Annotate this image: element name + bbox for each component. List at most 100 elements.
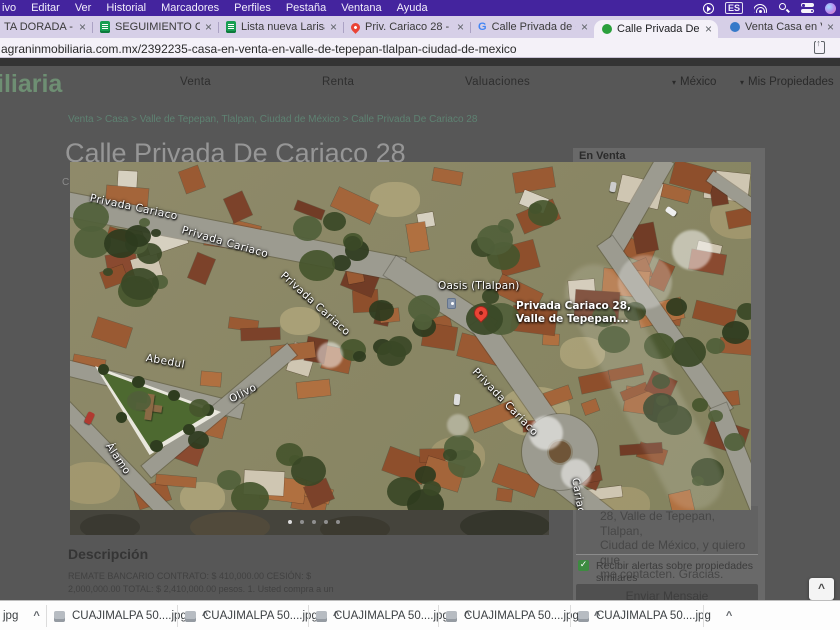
sheets-favicon <box>226 21 236 33</box>
share-icon[interactable] <box>814 41 825 54</box>
tab-title: TA DORADA - Google D <box>4 21 74 33</box>
close-icon[interactable]: × <box>457 21 464 33</box>
nav-renta[interactable]: Renta <box>322 76 354 88</box>
tree <box>692 398 708 412</box>
highlight-circle <box>317 342 343 368</box>
divider <box>177 605 178 627</box>
nav-country-dropdown[interactable]: ▾México <box>672 76 716 88</box>
tab-lista-nueva[interactable]: Lista nueva Larisa - Hojas d × <box>218 16 343 38</box>
download-item[interactable]: CUAJIMALPA 50....jpg ^ <box>438 601 570 630</box>
building-roof <box>241 327 280 340</box>
gallery-dot[interactable] <box>312 520 316 524</box>
download-item[interactable]: CUAJIMALPA 50....jpg ^ <box>46 601 177 630</box>
send-message-button[interactable]: Enviar Mensaje <box>576 584 758 600</box>
alerts-checkbox[interactable]: ✓ <box>578 560 589 571</box>
tree <box>722 321 749 344</box>
contact-message-textarea[interactable]: 28, Valle de Tepepan, Tlalpan, Ciudad de… <box>576 506 758 555</box>
site-logo[interactable]: iliaria <box>0 70 62 99</box>
menu-historial[interactable]: Historial <box>106 2 146 14</box>
menu-ayuda[interactable]: Ayuda <box>397 2 428 14</box>
siri-icon[interactable] <box>825 3 836 14</box>
tab-separator <box>92 22 93 33</box>
tree <box>168 390 180 401</box>
tree <box>116 412 127 423</box>
tab-separator <box>343 22 344 33</box>
tree <box>121 268 159 300</box>
tree <box>528 200 558 226</box>
close-icon[interactable]: × <box>705 23 712 35</box>
satellite-map[interactable]: Privada Cariaco Privada Cariaco Privada … <box>70 162 751 510</box>
menu-ventana[interactable]: Ventana <box>341 2 381 14</box>
building-roof <box>513 167 556 193</box>
nav-venta[interactable]: Venta <box>180 76 211 88</box>
transit-station-icon[interactable] <box>447 298 456 309</box>
tab-drive[interactable]: TA DORADA - Google D × <box>0 16 92 38</box>
photo-gallery-strip[interactable] <box>70 510 549 535</box>
nav-valuaciones[interactable]: Valuaciones <box>465 76 530 88</box>
screen-record-icon[interactable] <box>703 3 714 14</box>
chrome-tab-strip: TA DORADA - Google D × SEGUIMIENTO CLIEN… <box>0 16 840 38</box>
divider <box>703 605 704 627</box>
tab-google-maps[interactable]: Priv. Cariaco 28 - Google M × <box>343 16 470 38</box>
tree <box>706 338 725 354</box>
close-icon[interactable]: × <box>330 21 337 33</box>
tree <box>724 433 745 451</box>
tab-google-search[interactable]: G Calle Privada de Cariaco, N × <box>470 16 594 38</box>
gallery-dot[interactable] <box>300 520 304 524</box>
close-icon[interactable]: × <box>79 21 86 33</box>
menu-marcadores[interactable]: Marcadores <box>161 2 219 14</box>
download-item[interactable]: jpg ^ <box>0 601 46 630</box>
menu-pestana[interactable]: Pestaña <box>286 2 326 14</box>
tree <box>353 351 366 362</box>
chevron-up-icon[interactable]: ^ <box>726 610 732 622</box>
download-filename: CUAJIMALPA 50....jpg <box>596 610 711 622</box>
download-item[interactable]: CUAJIMALPA 50....jpg ^ <box>570 601 703 630</box>
download-filename: CUAJIMALPA 50....jpg <box>464 610 579 622</box>
tab-title: Venta Casa en Valle de Tep <box>745 21 822 33</box>
control-center-icon[interactable] <box>801 3 814 14</box>
gallery-dot[interactable] <box>336 520 340 524</box>
chevron-up-icon[interactable]: ^ <box>33 610 39 622</box>
building-roof <box>296 379 330 398</box>
tab-active-listing[interactable]: Calle Privada De Cariaco 2 × <box>594 20 718 38</box>
menu-archivo[interactable]: ivo <box>2 2 16 14</box>
tree <box>131 392 143 402</box>
tree <box>671 337 706 367</box>
download-item[interactable]: CUAJIMALPA 50....jpg ^ <box>177 601 308 630</box>
breadcrumb[interactable]: Venta > Casa > Valle de Tepepan, Tlalpan… <box>68 114 477 125</box>
tree <box>139 218 150 227</box>
tab-seguimiento[interactable]: SEGUIMIENTO CLIENTES L × <box>92 16 218 38</box>
download-item[interactable]: CUAJIMALPA 50....jpg ^ <box>308 601 438 630</box>
tree <box>443 449 457 461</box>
tree <box>132 376 145 388</box>
tree <box>377 341 406 366</box>
tab-title: SEGUIMIENTO CLIENTES L <box>115 21 200 33</box>
image-file-icon <box>446 611 457 622</box>
tree <box>737 303 751 320</box>
scroll-to-top-button[interactable]: ^ <box>809 578 834 600</box>
gallery-dot[interactable] <box>288 520 292 524</box>
menu-editar[interactable]: Editar <box>31 2 60 14</box>
divider <box>570 605 571 627</box>
spotlight-search-icon[interactable] <box>778 2 790 14</box>
building-roof <box>432 168 463 186</box>
tab-venta-casa[interactable]: Venta Casa en Valle de Tep × <box>722 16 840 38</box>
google-g-favicon: G <box>478 21 487 33</box>
menu-ver[interactable]: Ver <box>75 2 92 14</box>
wifi-icon[interactable] <box>754 3 767 13</box>
pin-label-line2: Valle de Tepepan... <box>516 313 628 325</box>
input-source-badge[interactable]: ES <box>725 2 743 14</box>
tree <box>477 225 513 255</box>
close-icon[interactable]: × <box>205 21 212 33</box>
gallery-dot[interactable] <box>324 520 328 524</box>
nav-my-properties-dropdown[interactable]: ▾Mis Propiedades <box>740 76 834 88</box>
status-badge: En Venta <box>579 150 625 162</box>
close-icon[interactable]: × <box>827 21 834 33</box>
building-roof <box>496 488 513 502</box>
address-bar[interactable]: agraninmobiliaria.com.mx/2392235-casa-en… <box>1 42 517 56</box>
close-icon[interactable]: × <box>581 21 588 33</box>
menu-perfiles[interactable]: Perfiles <box>234 2 271 14</box>
tree <box>323 212 346 231</box>
download-filename: CUAJIMALPA 50....jpg <box>334 610 449 622</box>
building-roof <box>581 399 599 415</box>
